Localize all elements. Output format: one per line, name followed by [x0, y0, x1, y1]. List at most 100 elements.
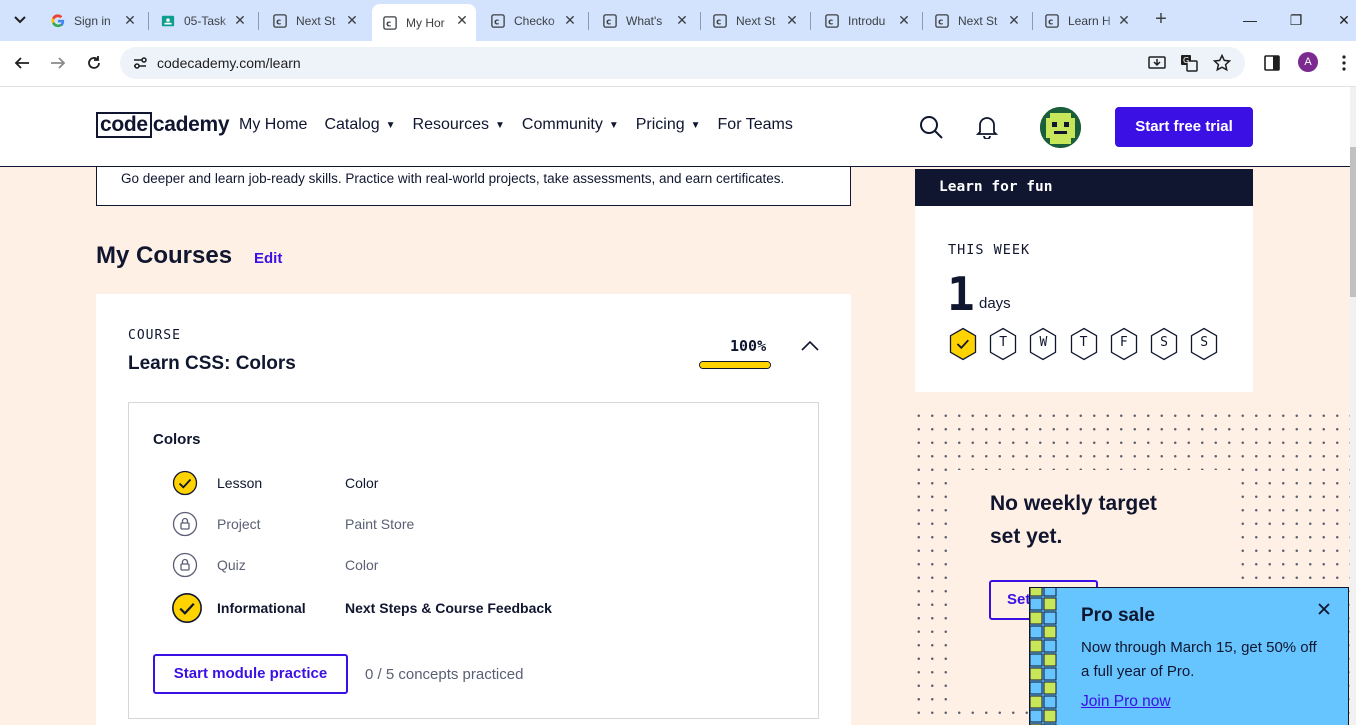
close-window-button[interactable]: ✕ [1332, 8, 1356, 32]
module-item-name[interactable]: Next Steps & Course Feedback [345, 600, 552, 616]
browser-tab[interactable]: 05-Task ✕ [150, 4, 254, 37]
nav-item[interactable]: Pricing ▼ [636, 116, 701, 134]
nav-item-label: My Home [239, 116, 308, 133]
module-item-type: Project [217, 516, 261, 532]
browser-tab[interactable]: c Checko ✕ [480, 4, 584, 37]
start-module-practice-button[interactable]: Start module practice [153, 654, 348, 694]
module-item-type: Informational [217, 600, 306, 616]
browser-tab[interactable]: c My Hor ✕ [372, 4, 476, 41]
learn-for-fun-header: Learn for fun [915, 169, 1253, 206]
page-content: code cademy My Home Catalog ▼ Resources ▼ Comm… [0, 87, 1356, 725]
minimize-button[interactable]: — [1238, 8, 1262, 32]
search-icon[interactable] [919, 115, 943, 139]
browser-tab[interactable]: Sign in ✕ [40, 4, 144, 37]
nav-item[interactable]: Catalog ▼ [324, 116, 395, 134]
close-tab-icon[interactable]: ✕ [454, 12, 470, 28]
close-tab-icon[interactable]: ✕ [674, 12, 690, 28]
join-pro-link[interactable]: Join Pro now [1081, 693, 1171, 711]
browser-tab[interactable]: c Next St ✕ [262, 4, 366, 37]
install-app-icon[interactable] [1148, 54, 1166, 72]
logo-box-text: code [96, 111, 152, 138]
weekday-hexagon: S [1149, 327, 1179, 361]
module-item-name[interactable]: Color [345, 475, 378, 491]
nav-item-label: Community [521, 116, 603, 133]
new-tab-button[interactable]: + [1150, 8, 1172, 30]
close-tab-icon[interactable]: ✕ [1116, 12, 1132, 28]
svg-text:G: G [1183, 56, 1189, 65]
browser-tab[interactable]: c What's ✕ [592, 4, 696, 37]
codecademy-logo[interactable]: code cademy [96, 111, 230, 138]
site-info-icon[interactable] [132, 55, 148, 71]
pro-sale-popup: Pro sale Now through March 15, get 50% o… [1029, 587, 1349, 725]
profile-avatar[interactable]: A [1298, 52, 1318, 72]
browser-tab[interactable]: c Next St ✕ [924, 4, 1028, 37]
browser-tab[interactable]: c Next St ✕ [702, 4, 806, 37]
browser-menu-button[interactable] [1333, 52, 1355, 74]
chevron-down-icon [14, 16, 26, 24]
nav-item[interactable]: Resources ▼ [413, 116, 505, 134]
svg-text:c: c [938, 17, 943, 27]
arrow-right-icon [51, 57, 66, 69]
close-tab-icon[interactable]: ✕ [784, 12, 800, 28]
nav-item-label: Catalog [324, 116, 380, 133]
start-free-trial-button[interactable]: Start free trial [1115, 107, 1253, 147]
close-tab-icon[interactable]: ✕ [232, 12, 248, 28]
hexagon-icon [949, 327, 977, 361]
chevron-up-icon[interactable] [801, 340, 819, 352]
close-icon[interactable] [1316, 601, 1332, 617]
close-tab-icon[interactable]: ✕ [122, 12, 138, 28]
codecademy-icon: c [490, 13, 506, 29]
lock-icon [172, 511, 198, 537]
translate-icon[interactable]: G [1180, 54, 1198, 72]
weekday-hexagon: S [1189, 327, 1219, 361]
back-button[interactable] [11, 52, 33, 74]
browser-tab[interactable]: c Learn H ✕ [1034, 4, 1138, 37]
nav-item[interactable]: For Teams [718, 116, 793, 134]
user-avatar[interactable] [1040, 107, 1081, 148]
edit-courses-link[interactable]: Edit [254, 250, 282, 267]
module-item-name[interactable]: Color [345, 557, 378, 573]
weekday-hexagon: W [1028, 327, 1058, 361]
browser-tab[interactable]: c Introdu ✕ [814, 4, 918, 37]
nav-item-label: Resources [412, 116, 489, 133]
svg-text:c: c [828, 17, 833, 27]
close-tab-icon[interactable]: ✕ [562, 12, 578, 28]
nav-item[interactable]: My Home [239, 116, 307, 134]
weekday-letter: W [1039, 335, 1048, 350]
close-tab-icon[interactable]: ✕ [344, 12, 360, 28]
notifications-bell-icon[interactable] [976, 115, 998, 139]
weekday-hexagon [948, 327, 978, 361]
tab-title: Sign in [74, 13, 111, 28]
tab-separator [700, 12, 701, 30]
course-progress-percent: 100% [730, 337, 767, 355]
tab-search-button[interactable] [8, 8, 32, 32]
module-item[interactable]: Informational Next Steps & Course Feedbac… [172, 593, 792, 623]
module-item[interactable]: Lesson Color [172, 470, 792, 496]
address-bar[interactable]: codecademy.com/learn G [120, 47, 1245, 79]
page-scrollbar[interactable] [1350, 87, 1356, 725]
nav-item[interactable]: Community ▼ [522, 116, 619, 134]
module-panel: Colors Lesson Color Project Paint Store Quiz… [128, 402, 819, 719]
side-panel-button[interactable] [1261, 52, 1283, 74]
course-title[interactable]: Learn CSS: Colors [128, 353, 296, 375]
codecademy-icon: c [712, 13, 728, 29]
module-item[interactable]: Project Paint Store [172, 511, 792, 537]
bookmark-star-icon[interactable] [1213, 54, 1231, 72]
module-item-type: Lesson [217, 475, 263, 491]
nav-item-label: For Teams [717, 116, 793, 133]
course-type-label: COURSE [128, 328, 181, 343]
module-item[interactable]: Quiz Color [172, 552, 792, 578]
learn-for-fun-card: Learn for fun THIS WEEK 1 days T W T F S S [915, 169, 1253, 392]
reload-button[interactable] [83, 52, 105, 74]
restore-button[interactable]: ❐ [1284, 8, 1308, 32]
close-tab-icon[interactable]: ✕ [1006, 12, 1022, 28]
scrollbar-thumb[interactable] [1350, 147, 1356, 297]
weekday-letter: T [1079, 335, 1088, 350]
tab-separator [810, 12, 811, 30]
forward-button[interactable] [47, 52, 69, 74]
course-card: COURSE Learn CSS: Colors 100% Colors Les… [96, 294, 851, 725]
url-text: codecademy.com/learn [157, 55, 301, 71]
close-tab-icon[interactable]: ✕ [896, 12, 912, 28]
streak-days-count: 1 [947, 267, 975, 321]
module-item-name[interactable]: Paint Store [345, 516, 414, 532]
